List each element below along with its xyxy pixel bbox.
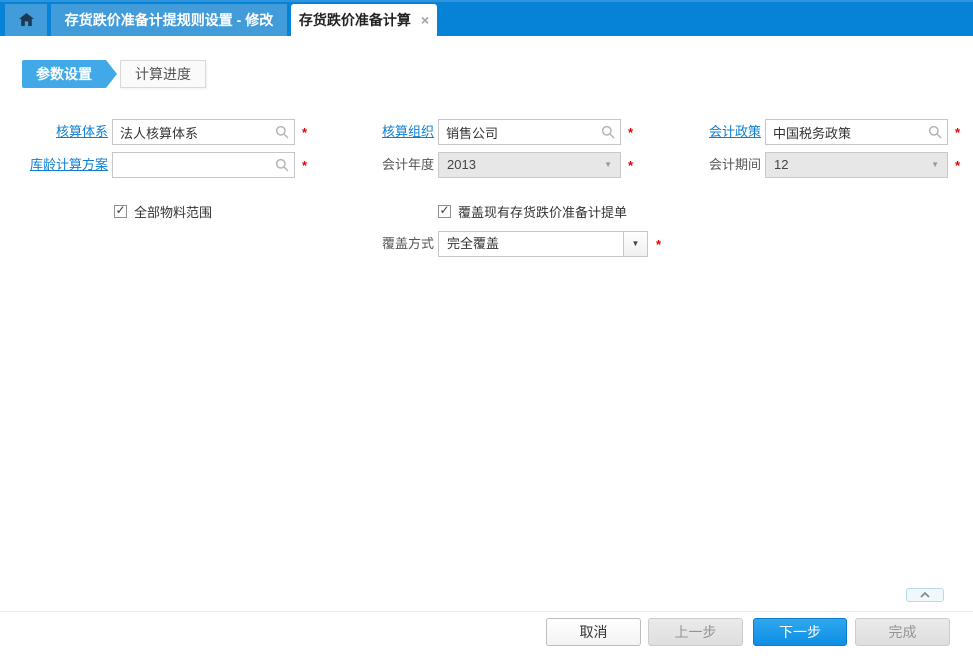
aging-plan-field[interactable] — [112, 152, 295, 178]
accounting-org-label[interactable]: 核算组织 — [326, 119, 434, 145]
search-icon[interactable] — [601, 125, 615, 144]
previous-step-button[interactable]: 上一步 — [648, 618, 743, 646]
aging-plan-label[interactable]: 库龄计算方案 — [0, 152, 108, 178]
accounting-org-field[interactable] — [438, 119, 621, 145]
override-mode-label: 覆盖方式 — [326, 231, 434, 257]
dropdown-arrow-icon: ▼ — [604, 153, 612, 177]
finish-button[interactable]: 完成 — [855, 618, 950, 646]
required-marker: * — [628, 152, 640, 178]
step-label: 计算进度 — [135, 64, 191, 84]
dropdown-arrow-icon[interactable]: ▼ — [623, 232, 647, 256]
fiscal-year-select[interactable]: 2013 ▼ — [438, 152, 621, 178]
required-marker: * — [628, 119, 640, 145]
required-marker: * — [302, 119, 314, 145]
tab-bar: 存货跌价准备计提规则设置 - 修改 存货跌价准备计算 × — [0, 0, 973, 36]
tab-label: 存货跌价准备计提规则设置 - 修改 — [65, 10, 273, 30]
next-step-button[interactable]: 下一步 — [753, 618, 847, 646]
step-calculation-progress[interactable]: 计算进度 — [120, 60, 206, 88]
search-icon[interactable] — [275, 125, 289, 144]
home-tab[interactable] — [5, 4, 47, 36]
accounting-system-label[interactable]: 核算体系 — [0, 119, 108, 145]
accounting-policy-label[interactable]: 会计政策 — [653, 119, 761, 145]
aging-plan-input[interactable] — [112, 152, 295, 178]
all-materials-checkbox[interactable]: ✓ 全部物料范围 — [114, 202, 212, 220]
close-icon[interactable]: × — [421, 13, 429, 27]
step-label: 参数设置 — [36, 64, 92, 84]
footer-divider — [0, 611, 973, 612]
tab-label: 存货跌价准备计算 — [299, 10, 411, 30]
chevron-up-icon — [919, 591, 931, 599]
accounting-system-field[interactable] — [112, 119, 295, 145]
accounting-org-input[interactable] — [438, 119, 621, 145]
cancel-button[interactable]: 取消 — [546, 618, 641, 646]
override-mode-select[interactable]: 完全覆盖 ▼ — [438, 231, 648, 257]
required-marker: * — [955, 152, 967, 178]
fiscal-period-value: 12 — [774, 157, 788, 172]
fiscal-period-select[interactable]: 12 ▼ — [765, 152, 948, 178]
dropdown-arrow-icon: ▼ — [931, 153, 939, 177]
step-arrow — [106, 60, 117, 88]
step-parameter-settings[interactable]: 参数设置 — [22, 60, 106, 88]
required-marker: * — [955, 119, 967, 145]
checkbox-box[interactable]: ✓ — [114, 205, 127, 218]
search-icon[interactable] — [275, 158, 289, 177]
all-materials-label: 全部物料范围 — [134, 202, 212, 221]
override-existing-checkbox[interactable]: ✓ 覆盖现有存货跌价准备计提单 — [438, 202, 627, 220]
fiscal-period-label: 会计期间 — [653, 152, 761, 178]
checkbox-box[interactable]: ✓ — [438, 205, 451, 218]
required-marker: * — [656, 231, 668, 257]
fiscal-year-label: 会计年度 — [326, 152, 434, 178]
accounting-system-input[interactable] — [112, 119, 295, 145]
home-icon — [19, 13, 34, 27]
app-window: 存货跌价准备计提规则设置 - 修改 存货跌价准备计算 × 参数设置 计算进度 核… — [0, 0, 973, 667]
tab-rule-settings[interactable]: 存货跌价准备计提规则设置 - 修改 — [51, 4, 287, 36]
checkmark-icon: ✓ — [439, 205, 449, 216]
collapse-panel-button[interactable] — [906, 588, 944, 602]
search-icon[interactable] — [928, 125, 942, 144]
override-mode-value: 完全覆盖 — [447, 236, 499, 251]
accounting-policy-input[interactable] — [765, 119, 948, 145]
accounting-policy-field[interactable] — [765, 119, 948, 145]
override-existing-label: 覆盖现有存货跌价准备计提单 — [458, 202, 627, 221]
required-marker: * — [302, 152, 314, 178]
fiscal-year-value: 2013 — [447, 157, 476, 172]
tab-inventory-calculation[interactable]: 存货跌价准备计算 × — [291, 4, 437, 36]
checkmark-icon: ✓ — [115, 205, 125, 216]
